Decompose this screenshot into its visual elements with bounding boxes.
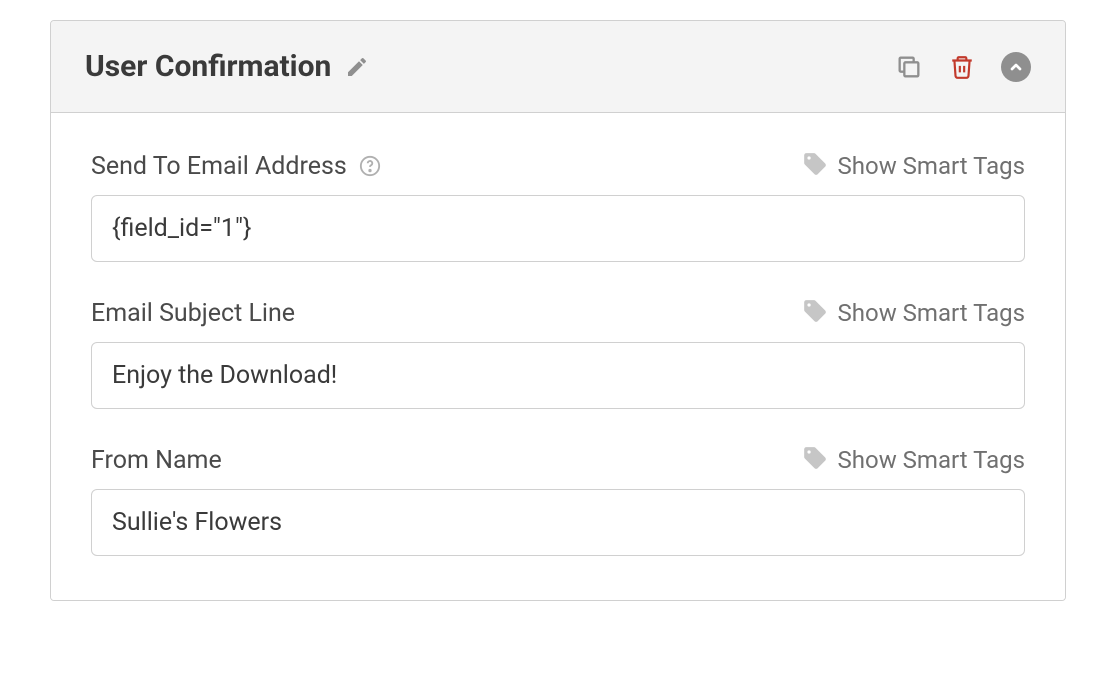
field-header: From Name Show Smart Tags [91, 445, 1025, 475]
smart-tags-label: Show Smart Tags [838, 446, 1025, 474]
label-wrap: Email Subject Line [91, 299, 295, 328]
subject-input[interactable] [91, 342, 1025, 409]
tag-icon [802, 298, 828, 328]
label-wrap: From Name [91, 446, 222, 475]
from-name-label: From Name [91, 446, 222, 475]
panel-actions [895, 52, 1031, 82]
show-smart-tags[interactable]: Show Smart Tags [802, 298, 1025, 328]
send-to-input[interactable] [91, 195, 1025, 262]
field-from-name: From Name Show Smart Tags [91, 445, 1025, 556]
field-header: Email Subject Line Show Smart Tags [91, 298, 1025, 328]
help-icon[interactable] [359, 155, 381, 177]
notification-panel: User Confirmation [50, 20, 1066, 601]
tag-icon [802, 445, 828, 475]
label-wrap: Send To Email Address [91, 152, 381, 181]
field-header: Send To Email Address [91, 151, 1025, 181]
show-smart-tags[interactable]: Show Smart Tags [802, 151, 1025, 181]
smart-tags-label: Show Smart Tags [838, 152, 1025, 180]
panel-title-wrap: User Confirmation [85, 49, 369, 84]
show-smart-tags[interactable]: Show Smart Tags [802, 445, 1025, 475]
collapse-icon[interactable] [1001, 52, 1031, 82]
send-to-label: Send To Email Address [91, 152, 347, 181]
delete-icon[interactable] [949, 54, 975, 80]
subject-label: Email Subject Line [91, 299, 295, 328]
panel-body: Send To Email Address [51, 113, 1065, 600]
tag-icon [802, 151, 828, 181]
from-name-input[interactable] [91, 489, 1025, 556]
panel-title: User Confirmation [85, 49, 331, 84]
field-subject: Email Subject Line Show Smart Tags [91, 298, 1025, 409]
field-send-to: Send To Email Address [91, 151, 1025, 262]
panel-header: User Confirmation [51, 21, 1065, 113]
smart-tags-label: Show Smart Tags [838, 299, 1025, 327]
duplicate-icon[interactable] [895, 53, 923, 81]
edit-icon[interactable] [345, 55, 369, 79]
